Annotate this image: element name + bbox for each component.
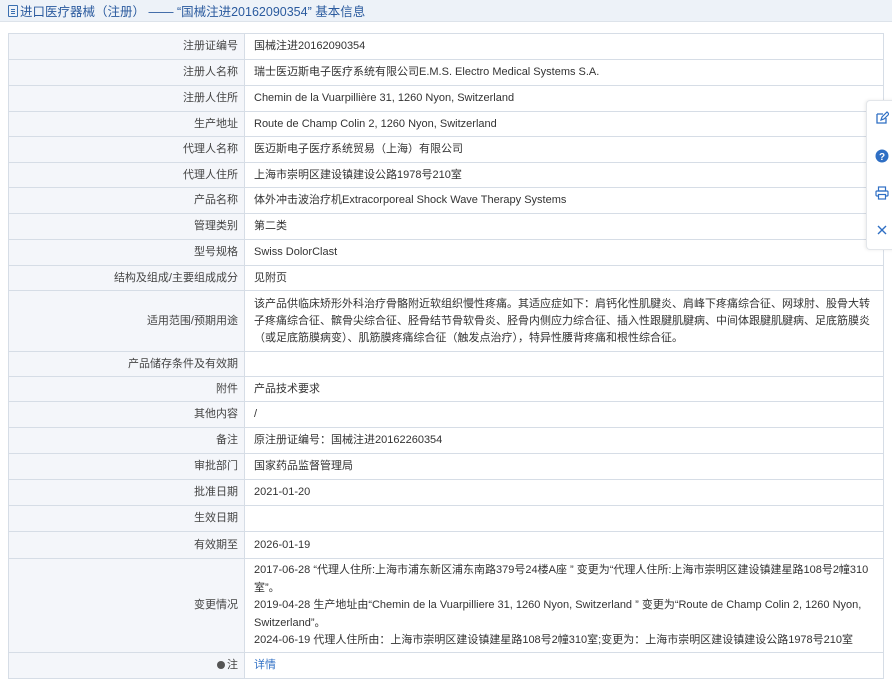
- change-history: 2017-06-28 “代理人住所:上海市浦东新区浦东南路379号24楼A座 ”…: [244, 558, 884, 653]
- note-label: 注: [227, 658, 238, 671]
- table-row: 审批部门 国家药品监督管理局: [8, 453, 884, 480]
- row-label: 注: [8, 651, 245, 679]
- table-row: 其他内容 /: [8, 401, 884, 428]
- table-row: 型号规格 Swiss DolorClast: [8, 239, 884, 266]
- table-row: 注 详情: [8, 651, 884, 679]
- row-label: 适用范围/预期用途: [8, 290, 245, 352]
- table-row: 生产地址 Route de Champ Colin 2, 1260 Nyon, S…: [8, 111, 884, 137]
- page-title: 进口医疗器械（注册） —— “国械注进20162090354” 基本信息: [20, 5, 366, 19]
- change-entry: 2019-04-28 生产地址由“Chemin de la Vuarpillie…: [254, 599, 862, 629]
- change-entry: 2017-06-28 “代理人住所:上海市浦东新区浦东南路379号24楼A座 ”…: [254, 564, 869, 594]
- details-link[interactable]: 详情: [254, 659, 276, 671]
- row-value: 原注册证编号：国械注进20162260354: [244, 427, 884, 454]
- table-row: 注册证编号 国械注进20162090354: [8, 33, 884, 60]
- row-value: 第二类: [244, 213, 884, 240]
- row-label: 管理类别: [8, 213, 245, 240]
- table-row: 代理人名称 医迈斯电子医疗系统贸易（上海）有限公司: [8, 136, 884, 163]
- row-value: 体外冲击波治疗机Extracorporeal Shock Wave Therap…: [244, 187, 884, 214]
- row-value: 瑞士医迈斯电子医疗系统有限公司E.M.S. Electro Medical Sy…: [244, 59, 884, 86]
- table-row: 备注 原注册证编号：国械注进20162260354: [8, 427, 884, 454]
- page-header: 进口医疗器械（注册） —— “国械注进20162090354” 基本信息: [0, 0, 892, 22]
- row-value: [244, 351, 884, 377]
- row-value: 见附页: [244, 265, 884, 291]
- table-row: 适用范围/预期用途 该产品供临床矫形外科治疗骨骼附近软组织慢性疼痛。其适应症如下：…: [8, 290, 884, 352]
- row-value: 上海市崇明区建设镇建设公路1978号210室: [244, 162, 884, 188]
- row-label: 附件: [8, 376, 245, 402]
- change-entry: 2024-06-19 代理人住所由：上海市崇明区建设镇建星路108号2幢310室…: [254, 634, 854, 646]
- pin-icon: [217, 660, 225, 669]
- side-toolbar: ?: [866, 100, 892, 250]
- table-row: 代理人住所 上海市崇明区建设镇建设公路1978号210室: [8, 162, 884, 188]
- row-value: Swiss DolorClast: [244, 239, 884, 266]
- table-row: 变更情况 2017-06-28 “代理人住所:上海市浦东新区浦东南路379号24…: [8, 558, 884, 653]
- row-label: 代理人住所: [8, 162, 245, 188]
- table-row: 管理类别 第二类: [8, 213, 884, 240]
- row-value: 2021-01-20: [244, 479, 884, 506]
- svg-text:?: ?: [879, 152, 885, 163]
- help-icon[interactable]: ?: [873, 147, 891, 165]
- row-value: 详情: [244, 651, 884, 679]
- close-icon[interactable]: [873, 221, 891, 239]
- table-row: 产品储存条件及有效期: [8, 351, 884, 377]
- row-value: [244, 505, 884, 532]
- row-value: Route de Champ Colin 2, 1260 Nyon, Switz…: [244, 111, 884, 137]
- row-label: 变更情况: [8, 558, 245, 653]
- row-value: Chemin de la Vuarpillière 31, 1260 Nyon,…: [244, 85, 884, 112]
- row-label: 产品储存条件及有效期: [8, 351, 245, 377]
- row-label: 注册人住所: [8, 85, 245, 112]
- info-table: 注册证编号 国械注进20162090354 注册人名称 瑞士医迈斯电子医疗系统有限公…: [8, 33, 884, 679]
- row-label: 代理人名称: [8, 136, 245, 163]
- row-label: 型号规格: [8, 239, 245, 266]
- table-row: 产品名称 体外冲击波治疗机Extracorporeal Shock Wave Th…: [8, 187, 884, 214]
- row-label: 注册人名称: [8, 59, 245, 86]
- row-value: 产品技术要求: [244, 376, 884, 402]
- table-row: 生效日期: [8, 505, 884, 532]
- row-label: 注册证编号: [8, 33, 245, 60]
- row-label: 生产地址: [8, 111, 245, 137]
- row-label: 审批部门: [8, 453, 245, 480]
- row-value: 国械注进20162090354: [244, 33, 884, 60]
- row-value: 该产品供临床矫形外科治疗骨骼附近软组织慢性疼痛。其适应症如下：肩钙化性肌腱炎、肩…: [244, 290, 884, 352]
- row-label: 结构及组成/主要组成成分: [8, 265, 245, 291]
- edit-icon[interactable]: [873, 109, 891, 127]
- table-row: 有效期至 2026-01-19: [8, 531, 884, 559]
- row-label: 其他内容: [8, 401, 245, 428]
- row-label: 产品名称: [8, 187, 245, 214]
- print-icon[interactable]: [873, 184, 891, 202]
- table-row: 结构及组成/主要组成成分 见附页: [8, 265, 884, 291]
- row-value: 2026-01-19: [244, 531, 884, 559]
- row-value: /: [244, 401, 884, 428]
- document-icon: [8, 4, 18, 17]
- row-label: 备注: [8, 427, 245, 454]
- table-row: 注册人住所 Chemin de la Vuarpillière 31, 1260 …: [8, 85, 884, 112]
- table-row: 批准日期 2021-01-20: [8, 479, 884, 506]
- row-label: 有效期至: [8, 531, 245, 559]
- row-value: 医迈斯电子医疗系统贸易（上海）有限公司: [244, 136, 884, 163]
- table-row: 附件 产品技术要求: [8, 376, 884, 402]
- table-row: 注册人名称 瑞士医迈斯电子医疗系统有限公司E.M.S. Electro Medic…: [8, 59, 884, 86]
- row-value: 国家药品监督管理局: [244, 453, 884, 480]
- row-label: 生效日期: [8, 505, 245, 532]
- row-label: 批准日期: [8, 479, 245, 506]
